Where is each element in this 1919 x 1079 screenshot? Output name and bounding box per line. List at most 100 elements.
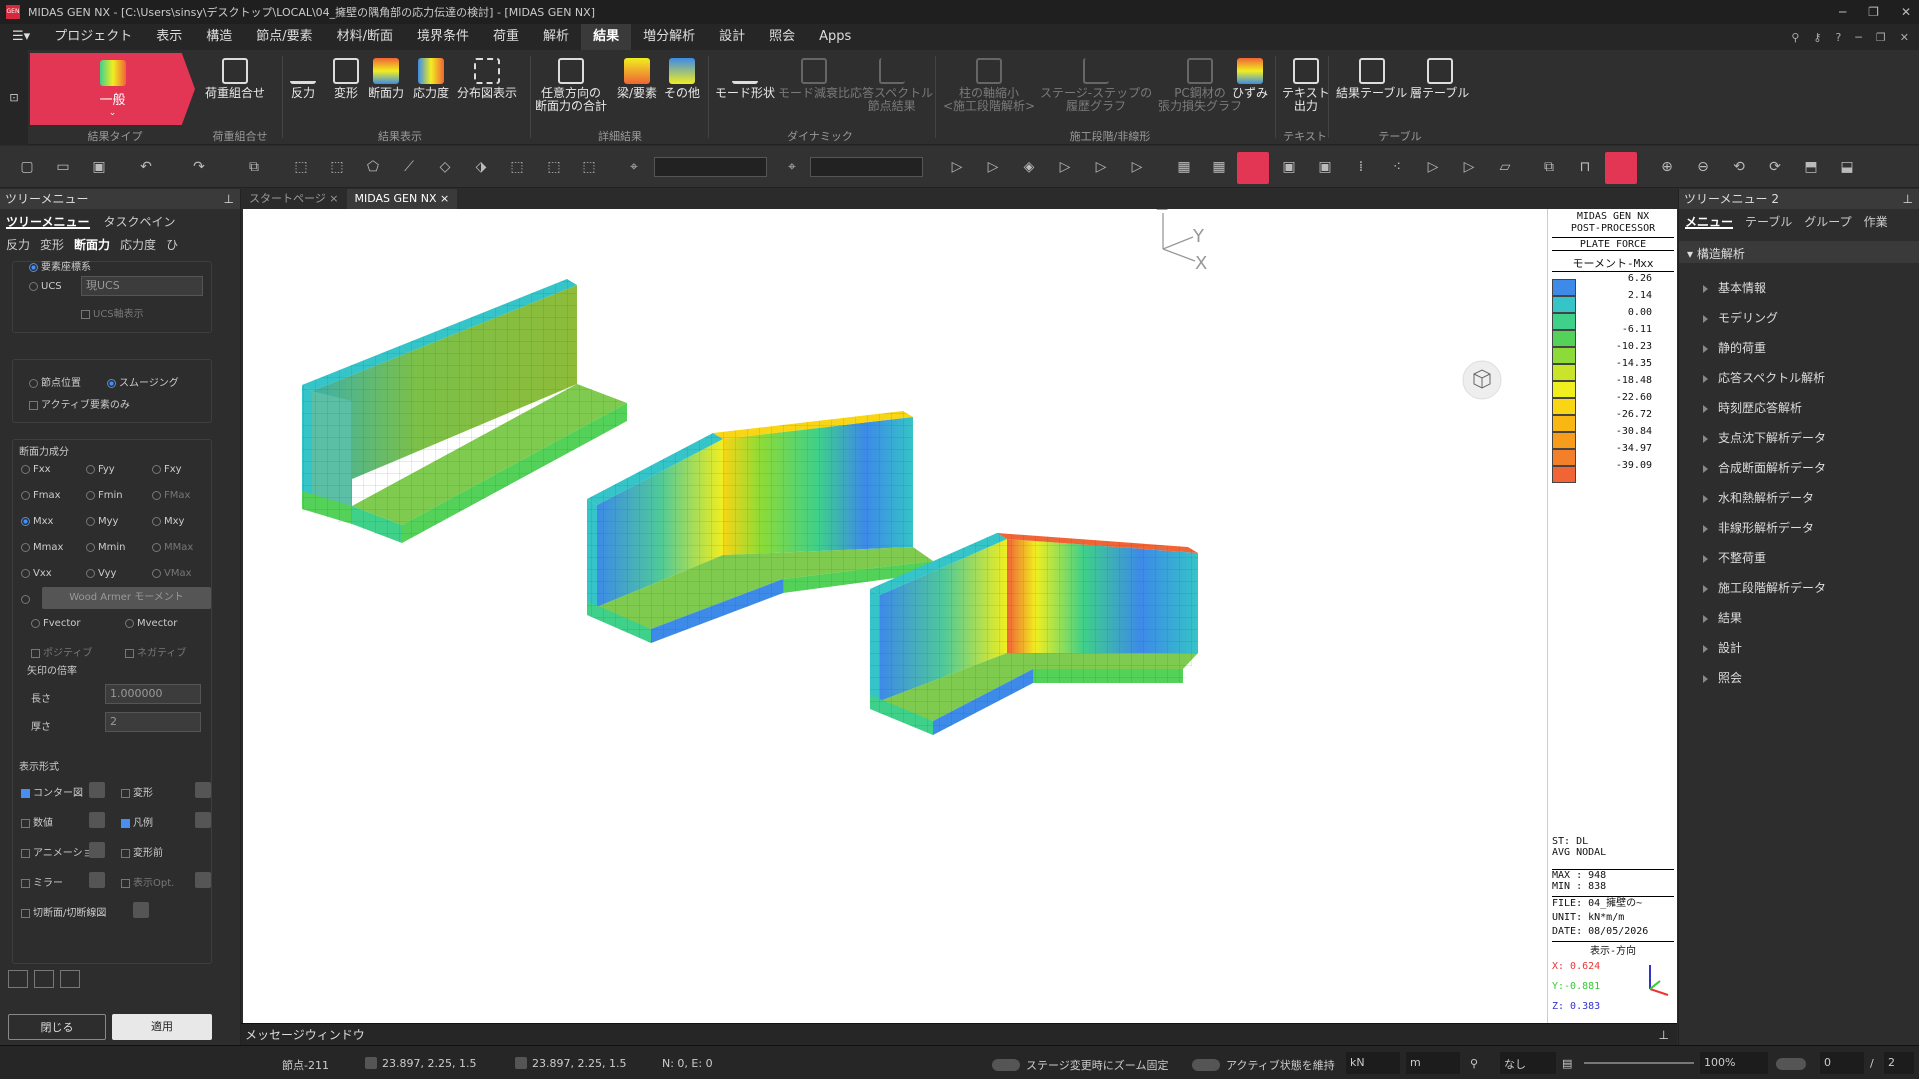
legend-check[interactable]: 凡例 <box>121 814 153 829</box>
tree-item-unbalanced[interactable]: 不整荷重 <box>1703 549 1766 566</box>
display-opt-check[interactable]: 表示Opt. <box>121 874 174 889</box>
menu-view[interactable]: 表示 <box>144 24 194 50</box>
tree-item-spectrum[interactable]: 応答スペクトル解析 <box>1703 369 1825 386</box>
view-3d-icon[interactable]: ⬒ <box>1802 158 1820 176</box>
close-doc-icon[interactable]: ✕ <box>1900 31 1909 44</box>
story-table-button[interactable]: 層テーブル <box>1410 58 1469 100</box>
restore-icon[interactable]: ─ <box>1855 31 1862 44</box>
cutting-plane-check[interactable]: 切断面/切断線図 <box>21 904 106 919</box>
display-option-icon[interactable]: ▣ <box>1316 158 1334 176</box>
plane-select-icon[interactable]: ◇ <box>436 158 454 176</box>
pane-icon[interactable]: ❐ <box>1876 31 1886 44</box>
inverse-icon[interactable]: ▷ <box>1056 158 1074 176</box>
animation-option-button[interactable] <box>89 842 105 858</box>
open-folder-icon[interactable]: ▭ <box>54 158 72 176</box>
node-number-icon[interactable]: ⁖ <box>1388 158 1406 176</box>
tab-menu[interactable]: メニュー <box>1685 213 1734 229</box>
ucs-axis-check[interactable]: UCS軸表示 <box>81 305 144 320</box>
volume-select-icon[interactable]: ⬗ <box>472 158 490 176</box>
select-prev-icon[interactable]: ⬚ <box>545 158 563 176</box>
coord-radio[interactable]: 要素座標系 <box>29 258 91 273</box>
key-icon[interactable]: ⚷ <box>1813 31 1821 44</box>
radio-mmax[interactable]: Mmax <box>21 542 63 553</box>
keyboard-icon[interactable]: ▤ <box>1562 1057 1572 1070</box>
copy-icon[interactable]: ⧉ <box>245 158 263 176</box>
result-table-button[interactable]: 結果テーブル <box>1336 58 1407 100</box>
tab-task-pane[interactable]: タスクペイン <box>104 213 176 229</box>
view-play2-icon[interactable]: ▷ <box>1460 158 1478 176</box>
radio-fvector[interactable]: Fvector <box>31 618 80 629</box>
contour-check[interactable]: コンター図 <box>21 784 83 799</box>
menu-project[interactable]: プロジェクト <box>42 24 144 50</box>
radio-vmax[interactable]: VMax <box>152 568 192 579</box>
none-select[interactable]: なし <box>1500 1052 1556 1074</box>
filter-icon[interactable]: ⌖ <box>783 158 801 176</box>
mirror-check[interactable]: ミラー <box>21 874 63 889</box>
tree-root[interactable]: ▾ 構造解析 <box>1679 241 1919 263</box>
polygon-select-icon[interactable]: ⬠ <box>364 158 382 176</box>
copy-view-icon[interactable]: ⧉ <box>1540 158 1558 176</box>
highlight-toggle-button[interactable] <box>1237 152 1269 184</box>
tree-item-modeling[interactable]: モデリング <box>1703 309 1778 326</box>
menu-pushover[interactable]: 増分解析 <box>631 24 707 50</box>
pin-icon[interactable]: ⊥ <box>1903 189 1913 209</box>
message-window[interactable]: メッセージウィンドウ ⊥ <box>241 1023 1677 1045</box>
radio-fyy[interactable]: Fyy <box>86 464 115 475</box>
wall-model-1[interactable] <box>302 279 627 543</box>
grid-icon[interactable]: ▦ <box>1175 158 1193 176</box>
lock-toggle-button[interactable] <box>1605 152 1637 184</box>
pin-icon[interactable]: ⊡ <box>0 50 28 145</box>
radio-fxx[interactable]: Fxx <box>21 464 51 475</box>
window-select-icon[interactable]: ⬚ <box>328 158 346 176</box>
tree-item-nonlinear[interactable]: 非線形解析データ <box>1703 519 1814 536</box>
beam-element-button[interactable]: 梁/要素 <box>617 58 657 100</box>
active-prev-icon[interactable]: ▷ <box>1092 158 1110 176</box>
radio-vyy[interactable]: Vyy <box>86 568 116 579</box>
radio-fmax-abs[interactable]: FMax <box>152 490 190 501</box>
column-shortening-button[interactable]: 柱の軸縮小 <施工段階解析> <box>943 58 1035 113</box>
tab-tree-menu[interactable]: ツリーメニュー <box>6 213 90 229</box>
select-all-icon[interactable]: ⬚ <box>580 158 598 176</box>
filter-icon[interactable]: ⚲ <box>1470 1057 1478 1070</box>
spectrum-node-button[interactable]: 応答スペクトル 節点結果 <box>850 58 933 113</box>
apply-button[interactable]: 適用 <box>112 1014 212 1040</box>
tab-work[interactable]: 作業 <box>1864 213 1888 229</box>
table-view-icon[interactable]: ▦ <box>1210 158 1228 176</box>
reaction-button[interactable]: 反力 <box>290 58 316 100</box>
menu-material[interactable]: 材料/断面 <box>325 24 405 50</box>
tree-item-query[interactable]: 照会 <box>1703 669 1742 686</box>
select-dropdown-1[interactable] <box>654 157 767 177</box>
values-check[interactable]: 数値 <box>21 814 53 829</box>
pc-loss-button[interactable]: PC鋼材の 張力損失グラフ <box>1158 58 1242 113</box>
undeformed-check[interactable]: 変形前 <box>121 844 163 859</box>
view-toggle[interactable] <box>1776 1058 1806 1070</box>
radio-mmin[interactable]: Mmin <box>86 542 126 553</box>
deform-button[interactable]: 変形 <box>333 58 359 100</box>
other-button[interactable]: その他 <box>664 58 700 100</box>
cutting-plane-option-button[interactable] <box>133 902 149 918</box>
undo-icon[interactable]: ↶ <box>137 158 155 176</box>
tree-item-settlement[interactable]: 支点沈下解析データ <box>1703 429 1826 446</box>
length-unit-select[interactable]: m <box>1406 1052 1460 1074</box>
active-identity-icon[interactable]: ▷ <box>1128 158 1146 176</box>
select-id-icon[interactable]: ⌖ <box>625 158 643 176</box>
close-icon[interactable]: ✕ <box>1901 5 1911 19</box>
keep-active-toggle[interactable] <box>1192 1059 1220 1071</box>
tab-stress[interactable]: 応力度 <box>120 236 156 252</box>
pin-icon[interactable]: ⊥ <box>224 189 234 209</box>
length-input[interactable]: 1.000000 <box>105 684 201 704</box>
modal-damping-button[interactable]: モード減衰比 <box>778 58 850 100</box>
radio-wood-armer[interactable] <box>21 594 33 605</box>
tree-item-heat[interactable]: 水和熱解析データ <box>1703 489 1814 506</box>
menu-load[interactable]: 荷重 <box>481 24 531 50</box>
maximize-icon[interactable]: ❐ <box>1868 5 1879 19</box>
page-total-input[interactable]: 2 <box>1884 1052 1914 1074</box>
zoom-fix-toggle[interactable] <box>992 1059 1020 1071</box>
save-icon[interactable]: ▣ <box>90 158 108 176</box>
rotate-icon[interactable]: ⟲ <box>1730 158 1748 176</box>
stress-button[interactable]: 応力度 <box>413 58 449 100</box>
deform-option-button[interactable] <box>195 782 211 798</box>
pan-icon[interactable]: ⟳ <box>1766 158 1784 176</box>
arbitrary-force-button[interactable]: 任意方向の 断面力の合計 <box>535 58 607 113</box>
tab-group[interactable]: グループ <box>1804 213 1851 229</box>
